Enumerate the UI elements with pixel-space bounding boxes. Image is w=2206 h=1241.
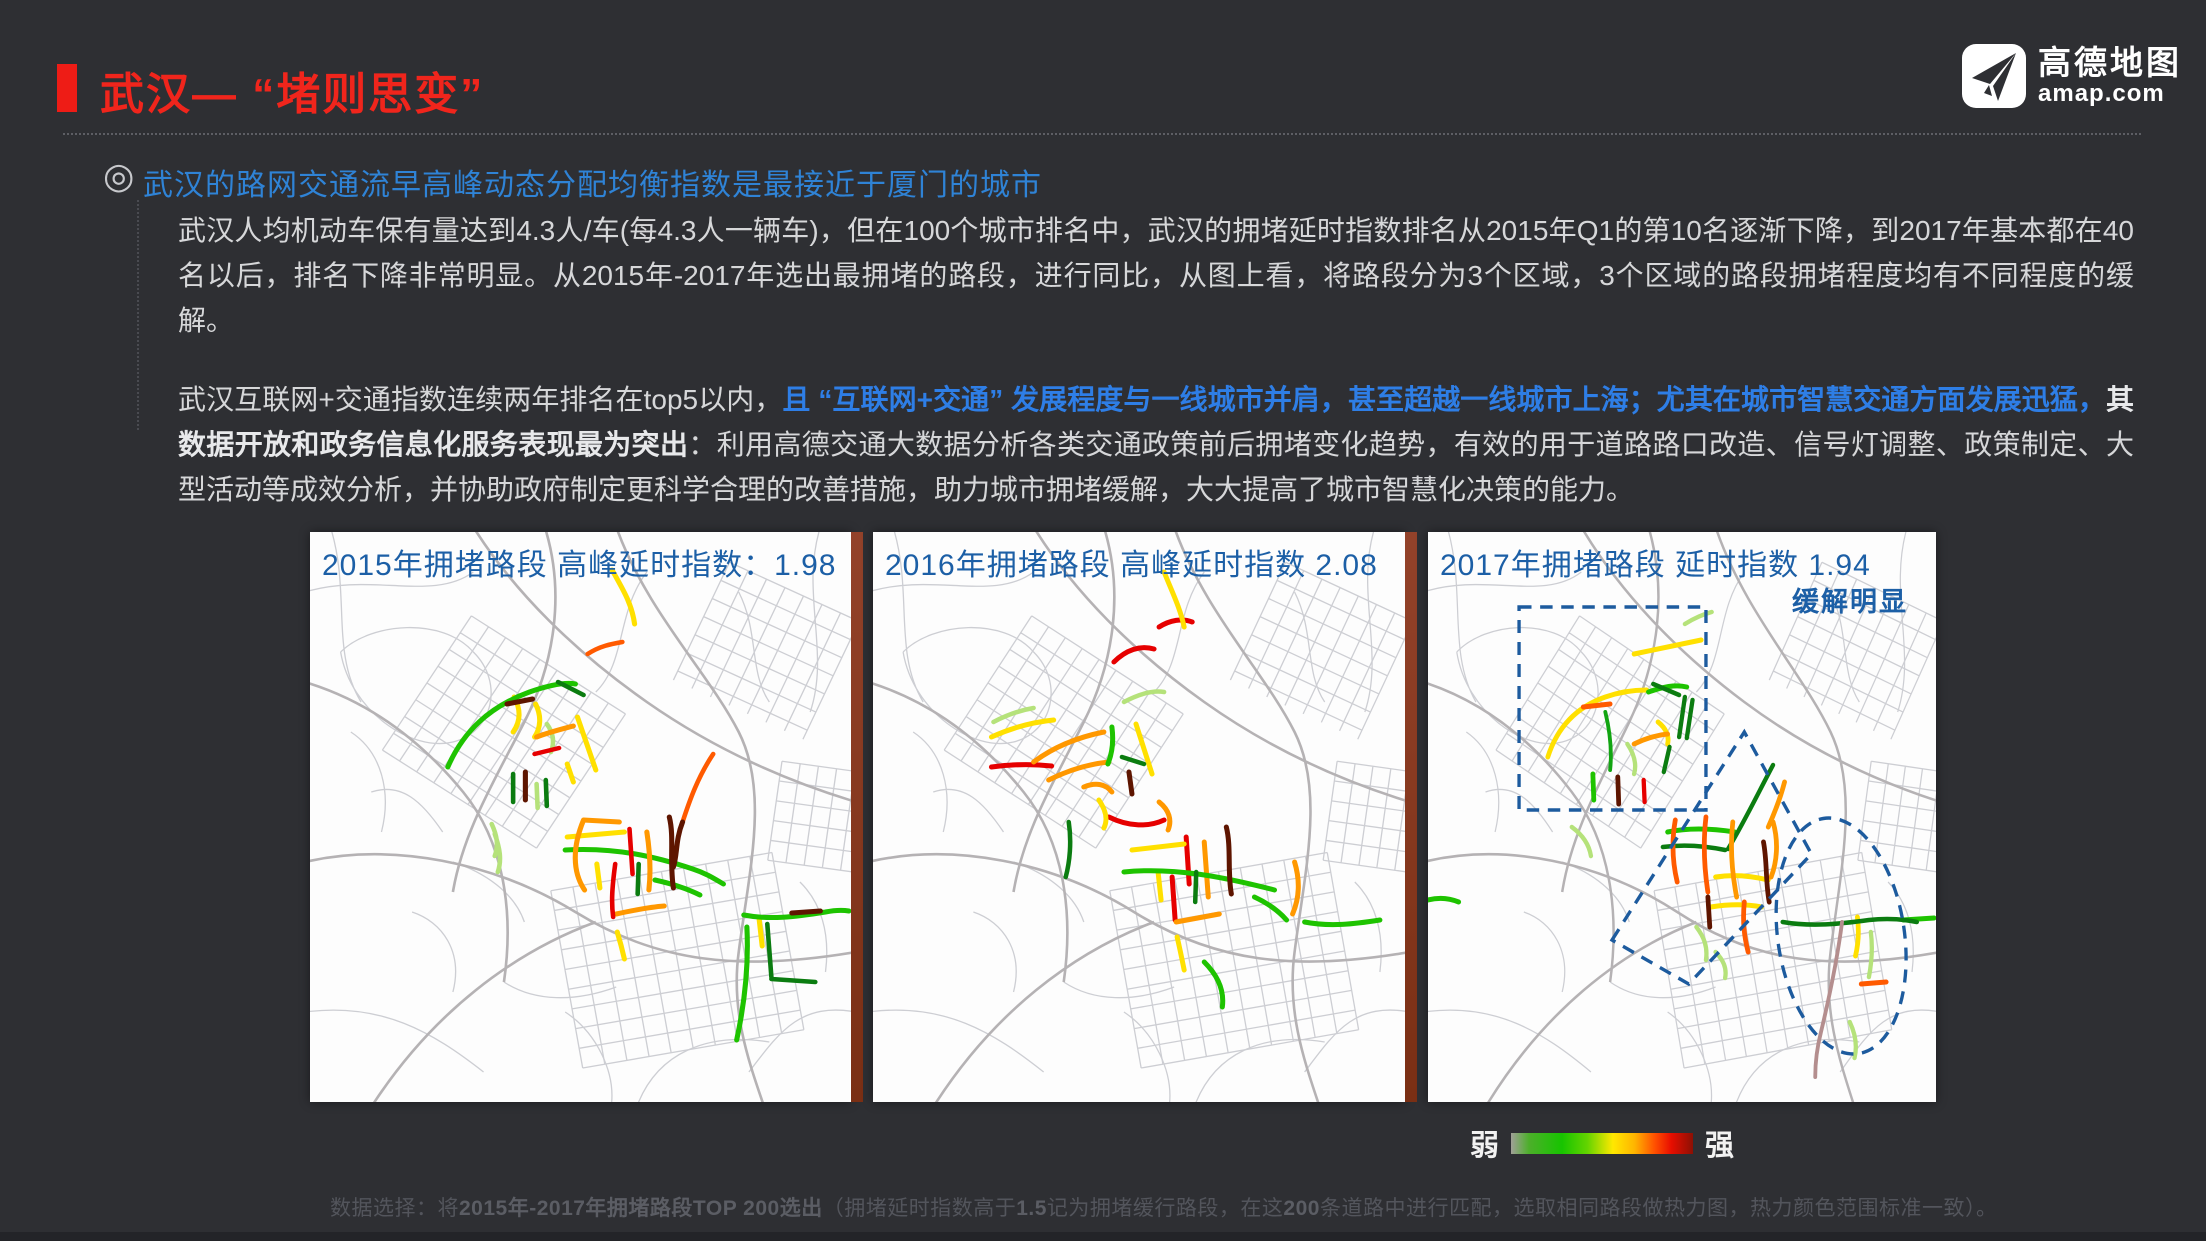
footnote-seg: （拥堵延时指数高于	[822, 1197, 1017, 1220]
logo-brand-text: 高德地图	[2038, 44, 2182, 81]
footnote-seg: 数据选择：将	[330, 1197, 459, 1220]
footnote-seg-bold: 1.5	[1016, 1197, 1047, 1220]
legend-gradient-bar	[1511, 1132, 1694, 1154]
map-2016-title: 2016年拥堵路段 高峰延时指数 2.08	[885, 549, 1378, 582]
map-2015-title: 2015年拥堵路段 高峰延时指数：1.98	[322, 549, 837, 582]
paper-plane-icon	[1962, 44, 2026, 108]
body-text: 武汉人均机动车保有量达到4.3人/车(每4.3人一辆车)，但在100个城市排名中…	[178, 208, 2134, 512]
dashed-diamond-annotation	[1609, 728, 1814, 987]
subtitle-bullet-icon: ◎	[103, 155, 135, 196]
subtitle: 武汉的路网交通流早高峰动态分配均衡指数是最接近于厦门的城市	[143, 169, 1042, 202]
data-selection-note: 数据选择：将2015年-2017年拥堵路段TOP 200选出（拥堵延时指数高于1…	[330, 1192, 2030, 1222]
footnote-seg-bold: 2015年-2017年拥堵路段TOP 200选出	[459, 1197, 823, 1220]
bottom-bar	[0, 1232, 2206, 1241]
title-marker	[57, 64, 77, 112]
map-2016: 2016年拥堵路段 高峰延时指数 2.08	[873, 532, 1405, 1102]
map-2015-svg	[310, 532, 851, 1102]
amap-logo: 高德地图 amap.com	[1962, 44, 2182, 108]
paragraph-2: 武汉互联网+交通指数连续两年排名在top5以内，且 “互联网+交通” 发展程度与…	[178, 377, 2134, 512]
logo-domain-text: amap.com	[2038, 80, 2165, 107]
footnote-seg: 记为拥堵缓行路段，在这	[1046, 1197, 1284, 1220]
map-2017: 2017年拥堵路段 延时指数 1.94 缓解明显	[1428, 532, 1936, 1102]
relief-label: 缓解明显	[1792, 587, 1908, 617]
dashed-rect-annotation	[1517, 605, 1708, 812]
page-title: 武汉— “堵则思变”	[100, 70, 485, 119]
legend-weak-label: 弱	[1470, 1130, 1500, 1162]
paragraph-1: 武汉人均机动车保有量达到4.3人/车(每4.3人一辆车)，但在100个城市排名中…	[178, 215, 2134, 336]
header-divider	[63, 133, 2141, 135]
map-2015: 2015年拥堵路段 高峰延时指数：1.98	[310, 532, 851, 1102]
p2-highlight-blue: 且 “互联网+交通” 发展程度与一线城市并肩，甚至超越一线城市上海；尤其在城市智…	[782, 384, 2106, 415]
congestion-2015	[445, 567, 851, 1043]
map-2017-title: 2017年拥堵路段 延时指数 1.94	[1440, 549, 1871, 582]
heat-legend: 弱 强	[1470, 1122, 1734, 1164]
slide: { "slide": { "title": "武汉— “堵则思变”", "log…	[0, 0, 2206, 1241]
legend-strong-label: 强	[1705, 1130, 1735, 1162]
footnote-seg-bold: 200	[1283, 1197, 1320, 1220]
panel-divider-1	[851, 532, 863, 1102]
left-dotted-guide	[137, 200, 139, 430]
panel-divider-2	[1405, 532, 1417, 1102]
footnote-seg: 条道路中进行匹配，选取相同路段做热力图，热力颜色范围标准一致）。	[1319, 1197, 1998, 1220]
map-2016-svg	[873, 532, 1405, 1102]
p2-normal-1: 武汉互联网+交通指数连续两年排名在top5以内，	[178, 384, 783, 415]
